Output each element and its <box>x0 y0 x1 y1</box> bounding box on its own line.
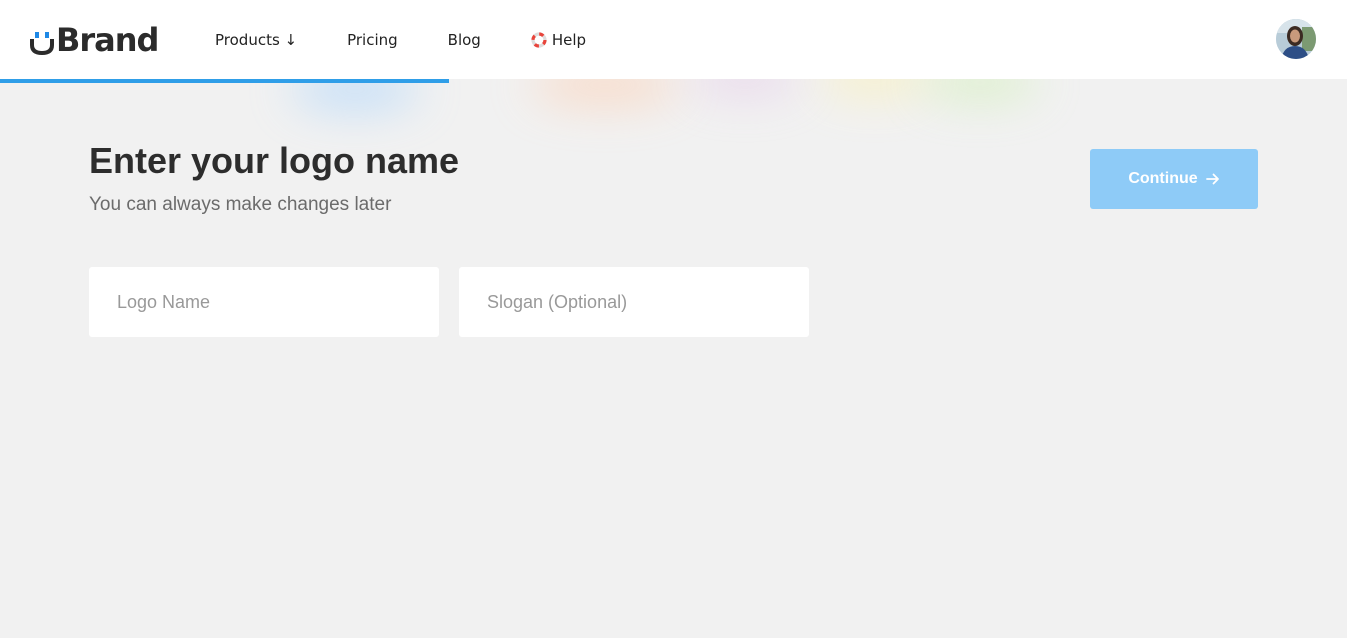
continue-button-label: Continue <box>1128 170 1198 187</box>
step-progress-fill <box>0 79 449 83</box>
nav-pricing-label: Pricing <box>347 31 398 49</box>
page-subtitle: You can always make changes later <box>89 194 392 215</box>
nav-products-label: Products ↓ <box>215 31 298 49</box>
nav-blog-label: Blog <box>447 31 481 49</box>
nav-products[interactable]: Products ↓ <box>215 28 297 52</box>
brand-name: Brand <box>56 21 159 59</box>
arrow-right-icon <box>1205 173 1219 185</box>
logo-mark-icon <box>30 32 54 55</box>
nav-blog[interactable]: Blog <box>448 28 481 52</box>
step-progress-bar <box>0 79 1347 83</box>
slogan-input[interactable] <box>459 267 809 337</box>
logo-name-input[interactable] <box>89 267 439 337</box>
nav-pricing[interactable]: Pricing <box>347 28 398 52</box>
nav-help-label: Help <box>551 31 587 49</box>
continue-button[interactable]: Continue <box>1090 149 1258 209</box>
lifebuoy-icon <box>531 32 547 48</box>
main-nav: Products ↓ Pricing Blog Help <box>215 28 586 52</box>
user-avatar[interactable] <box>1276 19 1316 59</box>
brand-logo[interactable]: Brand <box>30 20 159 60</box>
avatar-photo <box>1276 19 1316 59</box>
page-title: Enter your logo name <box>89 140 460 181</box>
nav-help[interactable]: Help <box>531 28 586 52</box>
top-navigation-bar: Brand Products ↓ Pricing Blog Help <box>0 0 1347 79</box>
